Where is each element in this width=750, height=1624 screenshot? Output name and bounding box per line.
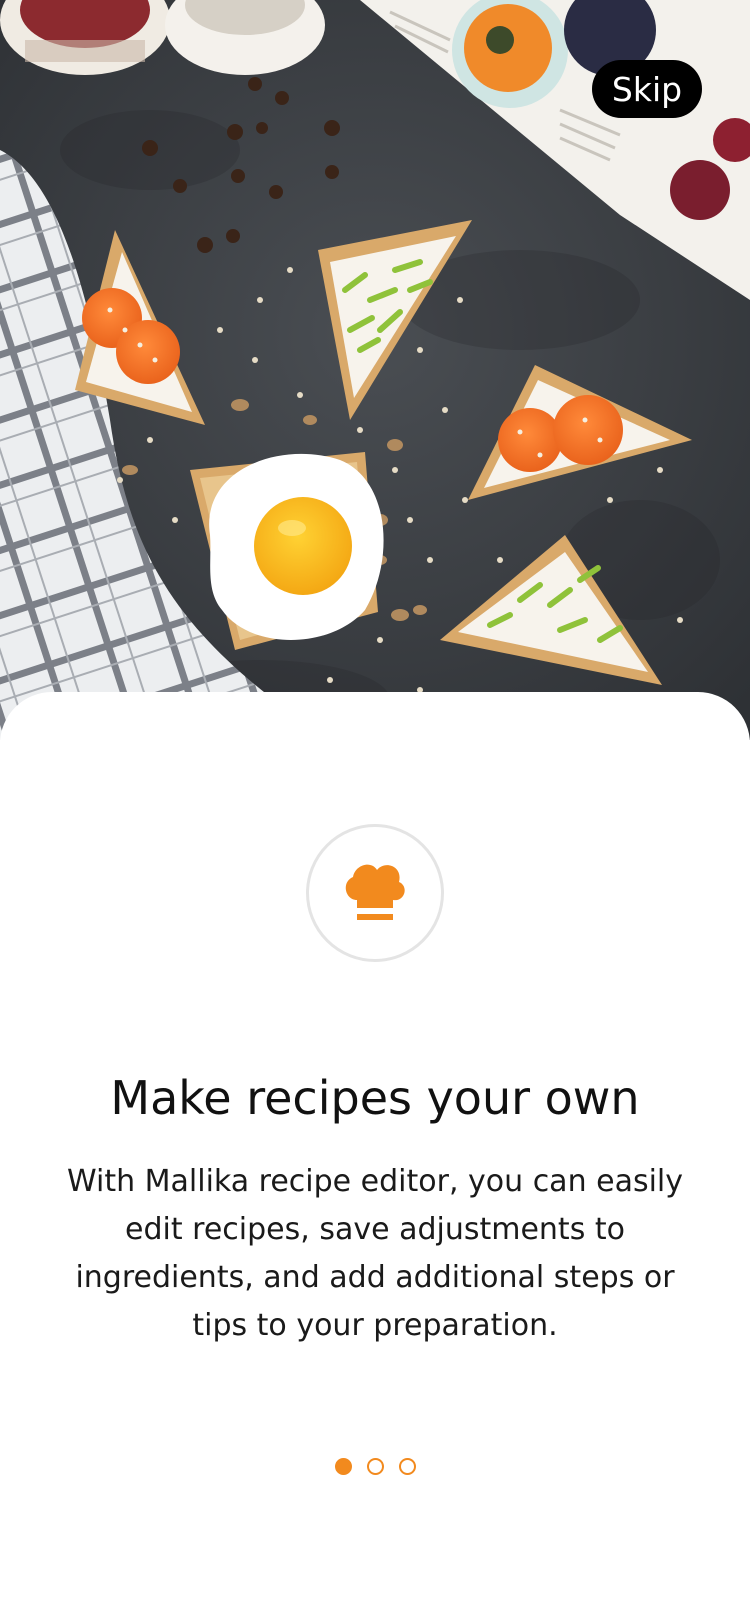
page-dot-2[interactable] (366, 1458, 384, 1475)
chef-hat-icon (345, 864, 405, 920)
page-dot-1[interactable] (334, 1458, 352, 1475)
onboarding-description: With Mallika recipe editor, you can easi… (66, 1164, 684, 1343)
onboarding-title: Make recipes your own (110, 1071, 640, 1125)
skip-button[interactable]: Skip (592, 60, 702, 118)
onboarding-sheet: Make recipes your own With Mallika recip… (0, 692, 750, 1624)
page-indicator (0, 1458, 750, 1475)
feature-badge (306, 824, 444, 962)
page-dot-3[interactable] (398, 1458, 416, 1475)
